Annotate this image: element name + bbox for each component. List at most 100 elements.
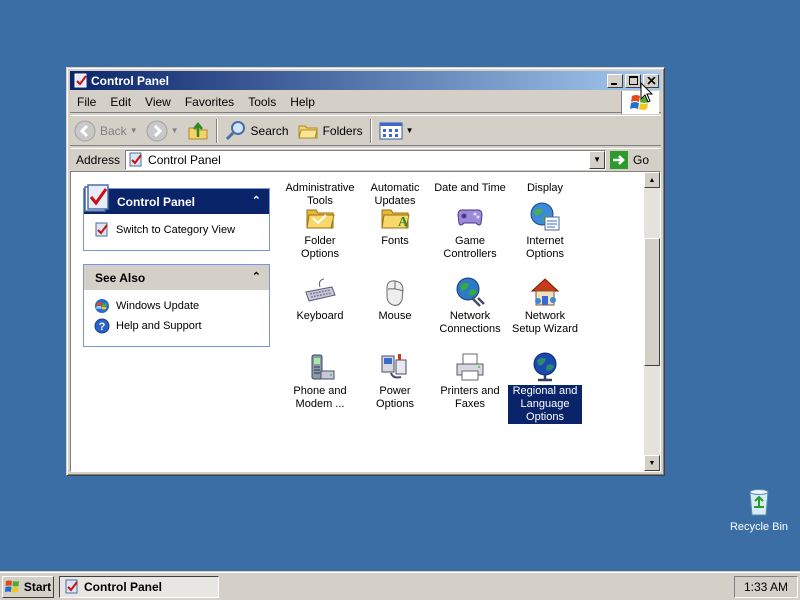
svg-text:A: A	[398, 215, 409, 230]
switch-category-view-link[interactable]: Switch to Category View	[94, 220, 259, 240]
folders-button[interactable]: Folders	[293, 118, 367, 144]
search-label: Search	[250, 123, 289, 138]
scroll-up-button[interactable]: ▲	[644, 172, 660, 188]
folders-icon	[297, 125, 318, 138]
forward-dropdown-icon[interactable]: ▼	[171, 126, 179, 135]
icon-date-time[interactable]: Date and Time	[433, 172, 507, 195]
back-button[interactable]: Back ▼	[70, 118, 142, 144]
forward-arrow-icon	[146, 120, 168, 141]
forward-button[interactable]: ▼	[142, 118, 183, 144]
menu-file[interactable]: File	[70, 95, 103, 109]
icon-keyboard[interactable]: Keyboard	[283, 276, 357, 323]
views-dropdown-icon[interactable]: ▼	[406, 126, 414, 135]
mouse-cursor-icon	[640, 82, 654, 103]
taskbar: Start Control Panel 1:33 AM	[0, 572, 800, 600]
printers-icon	[456, 353, 484, 381]
menu-help[interactable]: Help	[283, 95, 322, 109]
vertical-scrollbar[interactable]: ▲ ▼	[644, 172, 660, 471]
network-connections-icon	[456, 277, 485, 307]
keyboard-icon	[305, 278, 336, 302]
up-button[interactable]	[183, 118, 213, 144]
windows-flag-icon	[4, 580, 19, 593]
menu-edit[interactable]: Edit	[103, 95, 138, 109]
icon-printers-faxes[interactable]: Printers and Faxes	[433, 351, 507, 411]
maximize-icon	[628, 76, 638, 85]
control-panel-icon	[74, 73, 87, 87]
regional-icon	[533, 352, 557, 382]
address-dropdown-button[interactable]: ▼	[589, 150, 606, 169]
toolbar-separator	[369, 118, 372, 143]
address-input[interactable]: Control Panel ▼	[125, 149, 607, 170]
control-panel-box-body: Switch to Category View	[84, 214, 269, 250]
go-button[interactable]: Go	[610, 150, 649, 169]
window-title: Control Panel	[91, 73, 170, 88]
minimize-button[interactable]	[607, 73, 623, 88]
control-panel-icon	[65, 579, 78, 594]
back-label: Back	[100, 123, 127, 138]
icon-power-options[interactable]: Power Options	[358, 351, 432, 411]
icon-regional-language[interactable]: Regional and Language Options	[507, 351, 583, 425]
folder-options-icon	[306, 209, 335, 229]
control-panel-icon	[129, 152, 142, 166]
help-support-label: Help and Support	[116, 320, 202, 332]
see-also-box-header[interactable]: See Also ⌃	[84, 265, 269, 290]
control-panel-box: Control Panel ⌃ Switch to Category View	[83, 184, 270, 251]
network-setup-icon	[530, 278, 560, 306]
menu-bar: File Edit View Favorites Tools Help	[70, 91, 661, 114]
toolbar-separator	[215, 118, 218, 143]
icon-fonts[interactable]: A Fonts	[358, 201, 432, 248]
icon-folder-options[interactable]: Folder Options	[283, 201, 357, 261]
help-icon: ?	[94, 318, 110, 334]
standard-toolbar: Back ▼ ▼ Search Folders ▼	[70, 115, 661, 146]
control-panel-window: Control Panel File Edit View Favorites T…	[66, 67, 665, 476]
taskbar-control-panel-button[interactable]: Control Panel	[59, 576, 219, 598]
collapse-chevron-icon[interactable]: ⌃	[252, 270, 261, 283]
views-icon	[379, 122, 403, 139]
icon-internet-options[interactable]: Internet Options	[508, 201, 582, 261]
help-support-link[interactable]: ? Help and Support	[94, 316, 259, 336]
icon-mouse[interactable]: Mouse	[358, 276, 432, 323]
task-pane: Control Panel ⌃ Switch to Category View	[83, 184, 270, 360]
control-panel-box-title: Control Panel	[117, 194, 196, 209]
power-options-icon	[381, 354, 407, 379]
menu-favorites[interactable]: Favorites	[178, 95, 241, 109]
windows-update-link[interactable]: Windows Update	[94, 296, 259, 316]
back-arrow-icon	[74, 120, 96, 141]
recycle-bin-desktop-icon[interactable]: Recycle Bin	[726, 485, 792, 533]
recycle-bin-icon	[749, 489, 769, 516]
address-value: Control Panel	[148, 152, 221, 167]
maximize-button[interactable]	[625, 73, 641, 88]
icon-game-controllers[interactable]: Game Controllers	[433, 201, 507, 261]
search-button[interactable]: Search	[221, 118, 293, 144]
icon-display[interactable]: Display	[508, 172, 582, 195]
go-arrow-icon	[610, 150, 629, 169]
clock-label: 1:33 AM	[743, 580, 789, 594]
icon-network-setup-wizard[interactable]: Network Setup Wizard	[508, 276, 582, 336]
control-panel-box-header[interactable]: Control Panel ⌃	[84, 184, 269, 214]
back-dropdown-icon[interactable]: ▼	[130, 126, 138, 135]
address-bar: Address Control Panel ▼ Go	[70, 148, 661, 170]
title-bar[interactable]: Control Panel	[70, 71, 661, 90]
game-controllers-icon	[457, 209, 483, 226]
system-tray-clock[interactable]: 1:33 AM	[734, 576, 798, 598]
menu-tools[interactable]: Tools	[241, 95, 283, 109]
icon-network-connections[interactable]: Network Connections	[433, 276, 507, 336]
category-view-icon	[95, 222, 108, 237]
menu-view[interactable]: View	[138, 95, 178, 109]
windows-update-label: Windows Update	[116, 300, 200, 312]
start-button[interactable]: Start	[2, 576, 54, 598]
scroll-thumb[interactable]	[644, 238, 660, 366]
internet-options-icon	[530, 202, 560, 231]
icon-phone-modem[interactable]: Phone and Modem ...	[283, 351, 357, 411]
taskbar-control-panel-label: Control Panel	[84, 580, 163, 594]
auto-updates-icon	[379, 172, 411, 180]
scroll-down-button[interactable]: ▼	[644, 455, 660, 471]
start-label: Start	[23, 580, 52, 594]
views-button[interactable]: ▼	[375, 118, 418, 144]
collapse-chevron-icon[interactable]: ⌃	[252, 194, 261, 207]
display-icon	[529, 172, 561, 180]
recycle-bin-label: Recycle Bin	[729, 521, 789, 533]
folder-up-icon	[188, 121, 208, 139]
fonts-icon: A	[381, 209, 410, 230]
control-panel-large-icon	[84, 184, 109, 212]
